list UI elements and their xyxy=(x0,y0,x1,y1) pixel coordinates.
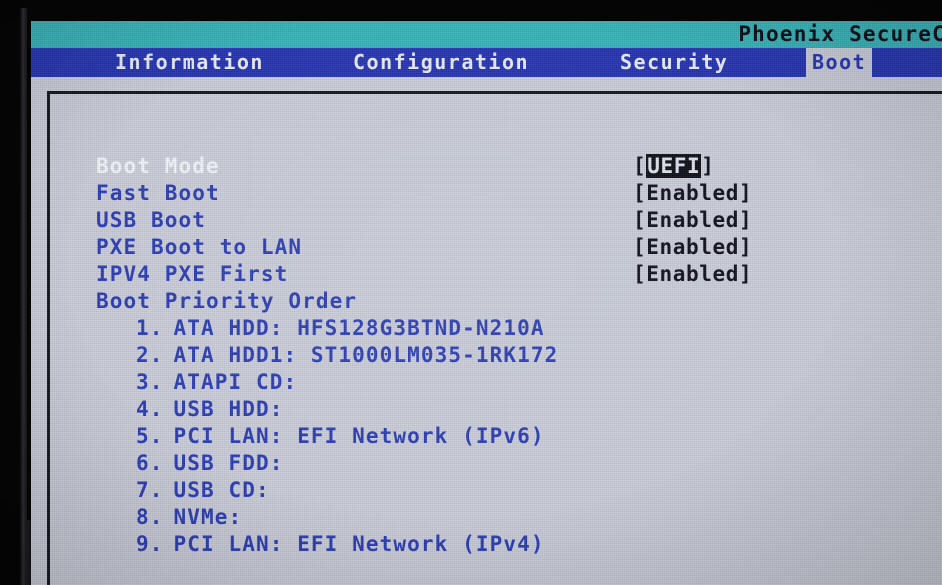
boot-priority-item[interactable]: 1. ATA HDD: HFS128G3BTND-N210A xyxy=(96,316,896,343)
value-bracket-open: [ xyxy=(633,154,647,178)
bios-brand-title: Phoenix SecureC xyxy=(738,22,942,46)
boot-priority-item-label: USB FDD: xyxy=(173,451,284,475)
boot-priority-item-label: USB CD: xyxy=(173,478,270,502)
setting-row-boot-mode[interactable]: Boot Mode [UEFI] xyxy=(96,154,926,181)
bezel-left-edge xyxy=(20,8,27,585)
boot-priority-item-label: PCI LAN: EFI Network (IPv6) xyxy=(173,424,545,448)
boot-priority-item-label: ATA HDD1: ST1000LM035-1RK172 xyxy=(173,343,559,367)
value-bracket-close: ] xyxy=(738,208,753,232)
boot-priority-item-label: USB HDD: xyxy=(173,397,284,421)
value-bracket-close: ] xyxy=(738,235,753,259)
boot-priority-item[interactable]: 2. ATA HDD1: ST1000LM035-1RK172 xyxy=(96,343,896,370)
value-bracket-close: ] xyxy=(738,262,753,286)
boot-priority-item-number: 9. xyxy=(136,532,164,556)
boot-priority-item-label: ATAPI CD: xyxy=(173,370,298,394)
tab-configuration[interactable]: Configuration xyxy=(347,48,535,77)
value-bracket-open: [ xyxy=(633,181,647,205)
setting-row-boot-priority-order[interactable]: Boot Priority Order xyxy=(96,289,926,316)
main-panel: Boot Mode [UEFI] Fast Boot [Enabled] USB… xyxy=(31,77,942,585)
value-bracket-close: ] xyxy=(738,181,753,205)
value-bracket-open: [ xyxy=(633,262,647,286)
setting-value-usb-boot[interactable]: [Enabled] xyxy=(633,208,752,232)
title-band: Phoenix SecureC xyxy=(31,21,942,48)
tab-boot[interactable]: Boot xyxy=(806,48,873,77)
menu-bar: Information Configuration Security Boot xyxy=(31,48,942,77)
bios-screen: Phoenix SecureC Information Configuratio… xyxy=(31,21,942,585)
setting-value-fast-boot[interactable]: [Enabled] xyxy=(633,181,752,205)
setting-label-pxe-boot-to-lan: PXE Boot to LAN xyxy=(96,235,303,259)
boot-priority-order-list: 1. ATA HDD: HFS128G3BTND-N210A 2. ATA HDD1… xyxy=(96,316,896,559)
boot-priority-item-label: NVMe: xyxy=(173,505,243,529)
boot-priority-item-label: PCI LAN: EFI Network (IPv4) xyxy=(173,532,545,556)
value-bracket-open: [ xyxy=(633,235,647,259)
setting-value-pxe-boot-to-lan-text: Enabled xyxy=(646,235,739,259)
setting-value-boot-mode[interactable]: [UEFI] xyxy=(633,154,714,178)
tab-security[interactable]: Security xyxy=(614,48,734,77)
boot-priority-item-number: 6. xyxy=(136,451,164,475)
boot-priority-item-number: 5. xyxy=(136,424,164,448)
boot-priority-item[interactable]: 5. PCI LAN: EFI Network (IPv6) xyxy=(96,424,896,451)
settings-content-box: Boot Mode [UEFI] Fast Boot [Enabled] USB… xyxy=(47,91,942,585)
setting-value-pxe-boot-to-lan[interactable]: [Enabled] xyxy=(633,235,752,259)
setting-label-ipv4-pxe-first: IPV4 PXE First xyxy=(96,262,289,286)
laptop-screen-photo: Phoenix SecureC Information Configuratio… xyxy=(0,0,942,585)
boot-priority-item[interactable]: 6. USB FDD: xyxy=(96,451,896,478)
setting-row-pxe-boot-to-lan[interactable]: PXE Boot to LAN [Enabled] xyxy=(96,235,926,262)
boot-priority-item-number: 7. xyxy=(136,478,164,502)
tab-information[interactable]: Information xyxy=(109,48,270,77)
boot-priority-item-label: ATA HDD: HFS128G3BTND-N210A xyxy=(173,316,545,340)
boot-priority-item[interactable]: 4. USB HDD: xyxy=(96,397,896,424)
boot-priority-item[interactable]: 3. ATAPI CD: xyxy=(96,370,896,397)
boot-priority-item-number: 1. xyxy=(136,316,164,340)
setting-value-usb-boot-text: Enabled xyxy=(646,208,739,232)
setting-value-boot-mode-text: UEFI xyxy=(646,154,702,178)
boot-priority-item[interactable]: 9. PCI LAN: EFI Network (IPv4) xyxy=(96,532,896,559)
boot-priority-item-number: 8. xyxy=(136,505,164,529)
setting-row-usb-boot[interactable]: USB Boot [Enabled] xyxy=(96,208,926,235)
boot-priority-item[interactable]: 7. USB CD: xyxy=(96,478,896,505)
boot-settings-list: Boot Mode [UEFI] Fast Boot [Enabled] USB… xyxy=(96,154,926,316)
setting-label-fast-boot: Fast Boot xyxy=(96,181,220,205)
setting-label-boot-mode: Boot Mode xyxy=(96,154,220,178)
setting-label-usb-boot: USB Boot xyxy=(96,208,206,232)
boot-priority-item[interactable]: 8. NVMe: xyxy=(96,505,896,532)
setting-value-ipv4-pxe-first-text: Enabled xyxy=(646,262,739,286)
setting-value-ipv4-pxe-first[interactable]: [Enabled] xyxy=(633,262,752,286)
setting-row-fast-boot[interactable]: Fast Boot [Enabled] xyxy=(96,181,926,208)
setting-label-boot-priority-order: Boot Priority Order xyxy=(96,289,358,313)
boot-priority-item-number: 3. xyxy=(136,370,164,394)
boot-priority-item-number: 4. xyxy=(136,397,164,421)
setting-value-fast-boot-text: Enabled xyxy=(646,181,739,205)
value-bracket-open: [ xyxy=(633,208,647,232)
value-bracket-close: ] xyxy=(701,154,715,178)
setting-row-ipv4-pxe-first[interactable]: IPV4 PXE First [Enabled] xyxy=(96,262,926,289)
boot-priority-item-number: 2. xyxy=(136,343,164,367)
